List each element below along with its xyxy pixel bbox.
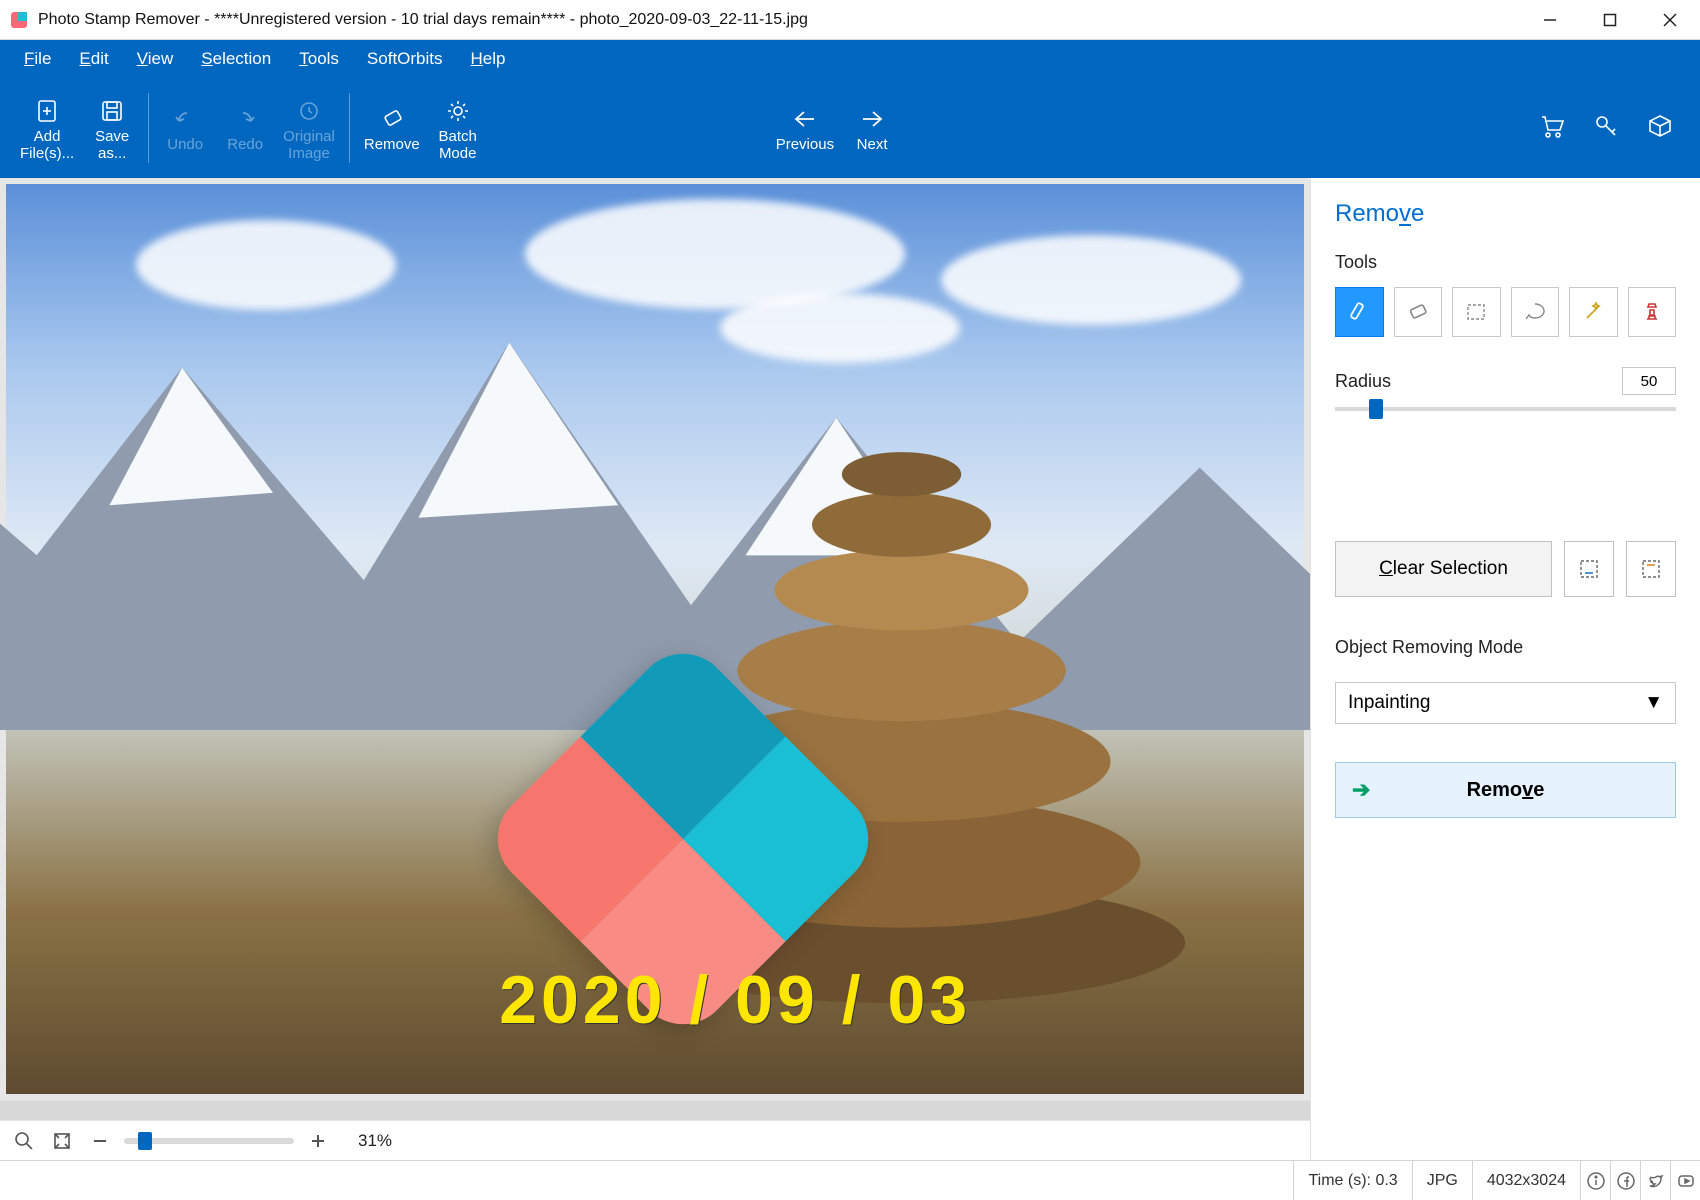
menu-file[interactable]: File (10, 43, 65, 75)
tool-marker[interactable] (1335, 287, 1384, 337)
menu-edit[interactable]: Edit (65, 43, 122, 75)
save-as-button[interactable]: Saveas... (82, 90, 142, 167)
zoom-bar: 31% (0, 1120, 1310, 1160)
radius-slider[interactable] (1335, 407, 1676, 411)
menu-selection[interactable]: Selection (187, 43, 285, 75)
menubar: File Edit View Selection Tools SoftOrbit… (0, 40, 1700, 78)
gear-icon (445, 94, 471, 128)
tool-magic-wand[interactable] (1569, 287, 1618, 337)
arrow-left-icon (792, 102, 818, 136)
undo-button[interactable]: Undo (155, 98, 215, 157)
minimize-button[interactable] (1520, 0, 1580, 40)
load-selection-button[interactable] (1626, 541, 1676, 597)
radius-label: Radius (1335, 371, 1391, 392)
youtube-icon[interactable] (1670, 1161, 1700, 1200)
tool-clone-stamp[interactable] (1628, 287, 1677, 337)
remove-toolbar-button[interactable]: Remove (356, 98, 428, 157)
zoom-actual-icon[interactable] (10, 1127, 38, 1155)
save-selection-button[interactable] (1564, 541, 1614, 597)
key-icon[interactable] (1592, 112, 1620, 145)
zoom-fit-icon[interactable] (48, 1127, 76, 1155)
horizontal-scrollbar[interactable] (0, 1100, 1310, 1120)
arrow-right-icon (859, 102, 885, 136)
facebook-icon[interactable] (1610, 1161, 1640, 1200)
side-panel: Remove Tools Radius Clear Selection Obje… (1310, 178, 1700, 1160)
zoom-percent: 31% (358, 1131, 392, 1151)
mode-select[interactable]: Inpainting ▼ (1335, 682, 1676, 724)
arrow-right-icon: ➔ (1352, 777, 1370, 803)
menu-tools[interactable]: Tools (285, 43, 353, 75)
toolbar: AddFile(s)... Saveas... Undo Redo Origin… (0, 78, 1700, 178)
maximize-button[interactable] (1580, 0, 1640, 40)
package-icon[interactable] (1646, 112, 1674, 145)
titlebar: Photo Stamp Remover - ****Unregistered v… (0, 0, 1700, 40)
clear-selection-button[interactable]: Clear Selection (1335, 541, 1552, 597)
redo-icon (233, 102, 257, 136)
redo-button[interactable]: Redo (215, 98, 275, 157)
add-files-button[interactable]: AddFile(s)... (12, 90, 82, 167)
twitter-icon[interactable] (1640, 1161, 1670, 1200)
tool-eraser[interactable] (1394, 287, 1443, 337)
batch-mode-button[interactable]: BatchMode (428, 90, 488, 167)
statusbar: Time (s): 0.3 JPG 4032x3024 (0, 1160, 1700, 1200)
zoom-in-button[interactable] (304, 1127, 332, 1155)
previous-button[interactable]: Previous (768, 98, 842, 157)
app-icon (8, 9, 30, 31)
status-time: Time (s): 0.3 (1293, 1161, 1411, 1200)
mode-value: Inpainting (1348, 692, 1430, 714)
next-button[interactable]: Next (842, 98, 902, 157)
zoom-slider[interactable] (124, 1138, 294, 1144)
tool-grid (1335, 287, 1676, 337)
status-format: JPG (1412, 1161, 1472, 1200)
zoom-out-button[interactable] (86, 1127, 114, 1155)
status-dimensions: 4032x3024 (1472, 1161, 1580, 1200)
image-canvas[interactable]: 2020 / 09 / 03 (0, 178, 1310, 1100)
canvas-area: 2020 / 09 / 03 31% (0, 178, 1310, 1160)
main-body: 2020 / 09 / 03 31% Remove Tools Radius (0, 178, 1700, 1160)
mode-label: Object Removing Mode (1335, 637, 1676, 658)
chevron-down-icon: ▼ (1644, 692, 1663, 714)
eraser-icon (379, 102, 405, 136)
close-button[interactable] (1640, 0, 1700, 40)
info-icon[interactable] (1580, 1161, 1610, 1200)
menu-help[interactable]: Help (457, 43, 520, 75)
tool-lasso[interactable] (1511, 287, 1560, 337)
tool-rect-select[interactable] (1452, 287, 1501, 337)
date-stamp: 2020 / 09 / 03 (499, 961, 971, 1039)
original-image-button[interactable]: OriginalImage (275, 90, 343, 167)
menu-view[interactable]: View (123, 43, 188, 75)
remove-button[interactable]: ➔ Remove (1335, 762, 1676, 818)
cart-icon[interactable] (1538, 112, 1566, 145)
menu-softorbits[interactable]: SoftOrbits (353, 43, 457, 75)
tools-label: Tools (1335, 252, 1676, 273)
panel-title: Remove (1335, 200, 1676, 228)
undo-icon (173, 102, 197, 136)
radius-input[interactable] (1622, 367, 1676, 395)
history-icon (297, 94, 321, 128)
add-file-icon (34, 94, 60, 128)
window-title: Photo Stamp Remover - ****Unregistered v… (38, 11, 808, 29)
save-icon (99, 94, 125, 128)
